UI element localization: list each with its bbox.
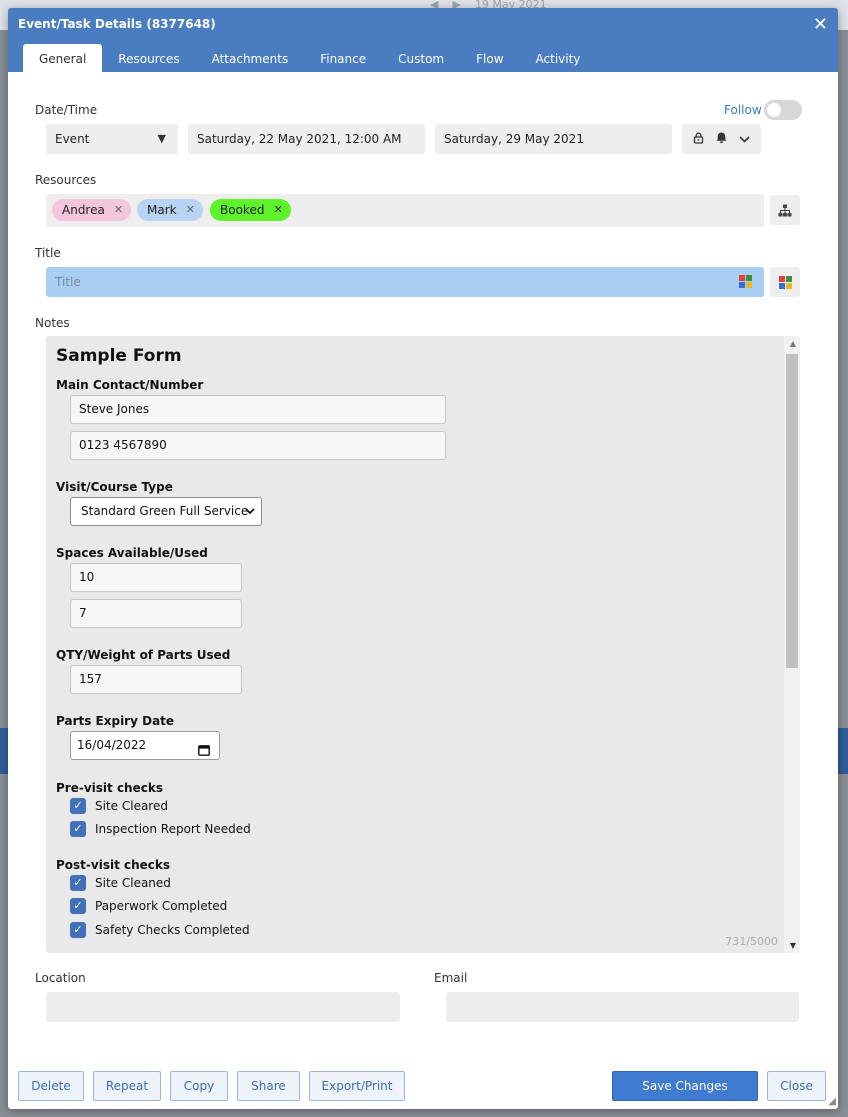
- resource-chip-mark[interactable]: Mark ✕: [137, 199, 203, 221]
- email-label: Email: [434, 971, 468, 985]
- category-color-button[interactable]: [770, 267, 800, 297]
- repeat-button[interactable]: Repeat: [93, 1071, 161, 1101]
- spaces-available-input[interactable]: 10: [70, 563, 242, 592]
- title-label: Title: [35, 246, 61, 260]
- export-print-button[interactable]: Export/Print: [309, 1071, 405, 1101]
- resource-chip-andrea[interactable]: Andrea ✕: [52, 199, 132, 221]
- checkbox-checked-icon[interactable]: ✓: [70, 875, 86, 891]
- contact-number-input[interactable]: 0123 4567890: [70, 431, 446, 460]
- checkbox-label: Site Cleaned: [95, 876, 171, 890]
- resources-field[interactable]: Andrea ✕ Mark ✕ Booked ✕: [46, 194, 764, 227]
- close-icon[interactable]: ✕: [813, 14, 828, 35]
- delete-button[interactable]: Delete: [18, 1071, 84, 1101]
- start-date-field[interactable]: Saturday, 22 May 2021, 12:00 AM: [188, 124, 425, 154]
- datetime-options: [682, 124, 761, 154]
- main-contact-label: Main Contact/Number: [56, 378, 204, 392]
- expiry-label: Parts Expiry Date: [56, 714, 175, 728]
- datetime-label: Date/Time: [35, 103, 98, 117]
- post-checks-label: Post-visit checks: [56, 858, 171, 872]
- title-input[interactable]: [46, 267, 764, 297]
- scroll-down-icon[interactable]: ▼: [790, 941, 796, 950]
- location-label: Location: [35, 971, 86, 985]
- tab-finance[interactable]: Finance: [304, 44, 382, 72]
- remove-icon[interactable]: ✕: [114, 199, 123, 221]
- tab-flow[interactable]: Flow: [460, 44, 519, 72]
- character-counter: 731/5000: [725, 935, 778, 948]
- calendar-icon[interactable]: [198, 739, 210, 766]
- tab-general[interactable]: General: [23, 44, 103, 72]
- qty-label: QTY/Weight of Parts Used: [56, 648, 231, 662]
- share-button[interactable]: Share: [237, 1071, 300, 1101]
- visit-type-label: Visit/Course Type: [56, 480, 173, 494]
- lock-icon[interactable]: [693, 131, 704, 147]
- close-button[interactable]: Close: [767, 1071, 826, 1101]
- event-details-dialog: Event/Task Details (8377648) ✕ General R…: [8, 8, 838, 1109]
- dialog-title: Event/Task Details (8377648): [18, 17, 216, 31]
- end-date-field[interactable]: Saturday, 29 May 2021: [435, 124, 672, 154]
- checkbox-checked-icon[interactable]: ✓: [70, 922, 86, 938]
- follow-toggle[interactable]: [764, 100, 802, 120]
- pre-checks-label: Pre-visit checks: [56, 781, 163, 795]
- checkbox-checked-icon[interactable]: ✓: [70, 898, 86, 914]
- expiry-date-input[interactable]: 16/04/2022: [70, 731, 220, 760]
- copy-button[interactable]: Copy: [170, 1071, 228, 1101]
- chevron-down-icon: ▼: [157, 132, 166, 145]
- save-changes-button[interactable]: Save Changes: [612, 1071, 758, 1101]
- scrollbar-thumb[interactable]: [786, 354, 798, 668]
- tab-resources[interactable]: Resources: [102, 44, 195, 72]
- checkbox-site-cleaned[interactable]: ✓ Site Cleaned: [70, 875, 171, 891]
- chip-label: Booked: [220, 203, 265, 217]
- remove-icon[interactable]: ✕: [186, 199, 195, 221]
- scroll-up-icon[interactable]: ▲: [790, 339, 796, 348]
- expiry-date-value: 16/04/2022: [77, 738, 147, 752]
- resource-hierarchy-button[interactable]: [770, 195, 800, 225]
- tab-custom[interactable]: Custom: [382, 44, 460, 72]
- resources-label: Resources: [35, 173, 97, 187]
- location-input[interactable]: [46, 992, 400, 1022]
- spaces-used-input[interactable]: 7: [70, 599, 242, 628]
- checkbox-label: Inspection Report Needed: [95, 822, 251, 836]
- email-input[interactable]: [446, 992, 799, 1022]
- checkbox-site-cleared[interactable]: ✓ Site Cleared: [70, 798, 168, 814]
- checkbox-label: Safety Checks Completed: [95, 923, 250, 937]
- checkbox-safety-checks[interactable]: ✓ Safety Checks Completed: [70, 922, 250, 938]
- notes-label: Notes: [35, 316, 70, 330]
- notes-scrollbar[interactable]: ▲ ▼: [784, 336, 800, 953]
- resize-handle-icon[interactable]: ◢: [828, 1096, 836, 1107]
- checkbox-paperwork-completed[interactable]: ✓ Paperwork Completed: [70, 898, 227, 914]
- chip-label: Mark: [147, 203, 177, 217]
- event-type-select[interactable]: Event ▼: [46, 124, 178, 154]
- chevron-down-icon[interactable]: [739, 132, 750, 146]
- contact-name-input[interactable]: Steve Jones: [70, 395, 446, 424]
- visit-type-value: Standard Green Full Service: [81, 504, 249, 518]
- remove-icon[interactable]: ✕: [273, 199, 282, 221]
- tab-bar: General Resources Attachments Finance Cu…: [23, 44, 596, 72]
- follow-label: Follow: [724, 103, 762, 117]
- color-grid-icon: [778, 275, 792, 289]
- resource-chip-booked[interactable]: Booked ✕: [210, 199, 291, 221]
- spaces-label: Spaces Available/Used: [56, 546, 208, 560]
- checkbox-checked-icon[interactable]: ✓: [70, 821, 86, 837]
- dialog-header: Event/Task Details (8377648) ✕ General R…: [8, 8, 838, 72]
- checkbox-checked-icon[interactable]: ✓: [70, 798, 86, 814]
- checkbox-inspection-report[interactable]: ✓ Inspection Report Needed: [70, 821, 251, 837]
- chip-label: Andrea: [62, 203, 105, 217]
- event-type-value: Event: [55, 132, 90, 146]
- alarm-icon[interactable]: [715, 131, 728, 147]
- hierarchy-icon: [778, 204, 792, 216]
- tab-attachments[interactable]: Attachments: [196, 44, 305, 72]
- checkbox-label: Paperwork Completed: [95, 899, 228, 913]
- visit-type-select[interactable]: Standard Green Full Service: [70, 497, 262, 526]
- chevron-down-icon: [245, 498, 255, 525]
- form-heading: Sample Form: [56, 346, 182, 366]
- toggle-knob: [767, 103, 781, 117]
- notes-editor[interactable]: Sample Form Main Contact/Number Steve Jo…: [46, 336, 800, 953]
- color-palette-icon[interactable]: [739, 275, 752, 288]
- checkbox-label: Site Cleared: [95, 799, 168, 813]
- tab-activity[interactable]: Activity: [520, 44, 597, 72]
- qty-input[interactable]: 157: [70, 665, 242, 694]
